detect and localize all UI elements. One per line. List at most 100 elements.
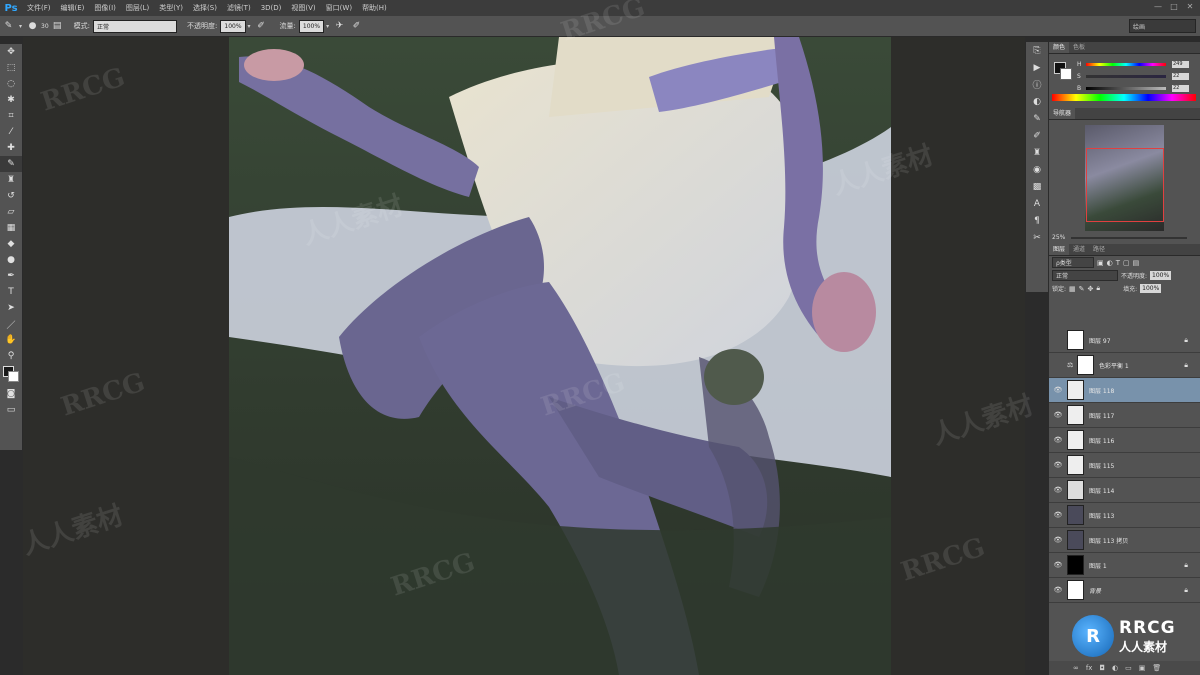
- opacity-input[interactable]: 100%: [220, 19, 246, 33]
- delete-layer-icon[interactable]: 🗑︎: [1152, 664, 1161, 672]
- filter-smart-icon[interactable]: ▤: [1133, 259, 1140, 267]
- tab-paths[interactable]: 路径: [1089, 244, 1109, 255]
- color-background-swatch[interactable]: [1060, 68, 1072, 80]
- layer-opacity-input[interactable]: 100%: [1150, 271, 1172, 280]
- brush-tool-icon[interactable]: ✎: [0, 156, 22, 172]
- add-mask-icon[interactable]: ◘: [1099, 664, 1105, 672]
- lock-image-icon[interactable]: ✎: [1079, 285, 1085, 293]
- history-panel-icon[interactable]: ⎘: [1026, 42, 1048, 59]
- menu-type[interactable]: 类型(Y): [154, 3, 188, 13]
- menu-filter[interactable]: 滤镜(T): [222, 3, 256, 13]
- mode-select[interactable]: 正常: [93, 19, 178, 33]
- layer-style-icon[interactable]: fx: [1086, 664, 1093, 672]
- zoom-tool-icon[interactable]: ⚲: [0, 348, 22, 364]
- shape-tool-icon[interactable]: ／: [0, 316, 22, 332]
- brush-size-value[interactable]: 30: [41, 23, 49, 30]
- navigator-zoom-value[interactable]: 25%: [1052, 234, 1065, 241]
- info-panel-icon[interactable]: ⓘ: [1026, 76, 1048, 93]
- swatches-panel-icon[interactable]: ▩: [1026, 178, 1048, 195]
- layer-row[interactable]: ⚖ 色彩平衡 1 🔒︎: [1049, 353, 1200, 378]
- brightness-value[interactable]: 22: [1172, 84, 1189, 92]
- eraser-tool-icon[interactable]: ▱: [0, 204, 22, 220]
- fill-input[interactable]: 100%: [1140, 284, 1162, 293]
- layer-row[interactable]: 👁︎ 图层 118: [1049, 378, 1200, 403]
- menu-view[interactable]: 视图(V): [286, 3, 320, 13]
- filter-adjust-icon[interactable]: ◐: [1107, 259, 1113, 267]
- hue-value[interactable]: 249: [1172, 60, 1189, 68]
- layer-row[interactable]: 👁︎ 图层 115: [1049, 453, 1200, 478]
- menu-image[interactable]: 图像(I): [89, 3, 121, 13]
- new-layer-icon[interactable]: ▣: [1139, 664, 1146, 672]
- navigator-zoom-slider[interactable]: [1071, 237, 1187, 239]
- quick-mask-icon[interactable]: ◙: [0, 386, 22, 402]
- menu-3d[interactable]: 3D(D): [256, 4, 287, 12]
- clone-source-icon[interactable]: ♜: [1026, 144, 1048, 161]
- brush-panel-icon[interactable]: ▤: [51, 20, 64, 33]
- quick-select-tool-icon[interactable]: ✱: [0, 92, 22, 108]
- menu-file[interactable]: 文件(F): [22, 3, 56, 13]
- eye-icon[interactable]: 👁︎: [1049, 486, 1067, 494]
- layer-filter-select[interactable]: ρ类型: [1052, 257, 1094, 268]
- eye-icon[interactable]: 👁︎: [1049, 511, 1067, 519]
- airbrush-icon[interactable]: ✈: [333, 20, 346, 33]
- document-canvas[interactable]: [229, 37, 891, 675]
- lock-transparent-icon[interactable]: ▦: [1069, 285, 1076, 293]
- blur-tool-icon[interactable]: ◆: [0, 236, 22, 252]
- new-group-icon[interactable]: ▭: [1125, 664, 1132, 672]
- opacity-caret-icon[interactable]: ▾: [248, 23, 251, 30]
- marquee-tool-icon[interactable]: ⬚: [0, 60, 22, 76]
- pressure-opacity-icon[interactable]: ✐: [255, 20, 268, 33]
- brush-panel-icon[interactable]: ✎: [1026, 110, 1048, 127]
- menu-window[interactable]: 窗口(W): [321, 3, 357, 13]
- lock-all-icon[interactable]: 🔒︎: [1096, 284, 1100, 293]
- healing-brush-tool-icon[interactable]: ✚: [0, 140, 22, 156]
- tab-color[interactable]: 颜色: [1049, 42, 1070, 53]
- hue-slider[interactable]: [1086, 62, 1166, 66]
- eye-icon[interactable]: 👁︎: [1049, 436, 1067, 444]
- pen-tool-icon[interactable]: ✒: [0, 268, 22, 284]
- move-tool-icon[interactable]: ✥: [0, 44, 22, 60]
- menu-select[interactable]: 选择(S): [188, 3, 222, 13]
- brush-presets-icon[interactable]: ✐: [1026, 127, 1048, 144]
- flow-input[interactable]: 100%: [298, 19, 325, 33]
- color-spectrum-bar[interactable]: [1052, 94, 1196, 101]
- brush-preset-icon[interactable]: ●: [26, 20, 39, 33]
- layer-row[interactable]: 👁︎ 背景 🔒︎: [1049, 578, 1200, 603]
- saturation-value[interactable]: 22: [1172, 72, 1189, 80]
- flow-caret-icon[interactable]: ▾: [326, 23, 329, 30]
- filter-shape-icon[interactable]: ▢: [1123, 259, 1130, 267]
- tab-swatches[interactable]: 色板: [1069, 42, 1089, 53]
- paragraph-panel-icon[interactable]: ¶: [1026, 212, 1048, 229]
- blend-mode-select[interactable]: 正常: [1052, 270, 1118, 281]
- screen-mode-icon[interactable]: ▭: [0, 402, 22, 418]
- menu-help[interactable]: 帮助(H): [357, 3, 392, 13]
- brightness-slider[interactable]: [1086, 86, 1166, 90]
- history-brush-tool-icon[interactable]: ↺: [0, 188, 22, 204]
- path-select-tool-icon[interactable]: ➤: [0, 300, 22, 316]
- styles-panel-icon[interactable]: ◉: [1026, 161, 1048, 178]
- eye-icon[interactable]: 👁︎: [1049, 411, 1067, 419]
- crop-tool-icon[interactable]: ⌗: [0, 108, 22, 124]
- new-adjustment-icon[interactable]: ◐: [1112, 664, 1118, 672]
- type-tool-icon[interactable]: T: [0, 284, 22, 300]
- lock-position-icon[interactable]: ✥: [1088, 285, 1094, 293]
- eyedropper-tool-icon[interactable]: ⁄: [0, 124, 22, 140]
- character-panel-icon[interactable]: A: [1026, 195, 1048, 212]
- maximize-button[interactable]: □: [1168, 2, 1180, 13]
- layer-row[interactable]: 👁︎ 图层 116: [1049, 428, 1200, 453]
- menu-edit[interactable]: 编辑(E): [56, 3, 90, 13]
- saturation-slider[interactable]: [1086, 74, 1166, 78]
- layer-row[interactable]: 👁︎ 图层 114: [1049, 478, 1200, 503]
- layer-row[interactable]: 👁︎ 图层 113: [1049, 503, 1200, 528]
- hand-tool-icon[interactable]: ✋: [0, 332, 22, 348]
- eye-icon[interactable]: 👁︎: [1049, 561, 1067, 569]
- tab-channels[interactable]: 通道: [1069, 244, 1089, 255]
- background-color-swatch[interactable]: [8, 371, 19, 382]
- clone-stamp-tool-icon[interactable]: ♜: [0, 172, 22, 188]
- eye-icon[interactable]: 👁︎: [1049, 461, 1067, 469]
- navigator-view-box[interactable]: [1086, 148, 1164, 222]
- eye-icon[interactable]: 👁︎: [1049, 586, 1067, 594]
- layer-row[interactable]: 👁︎ 图层 113 拷贝: [1049, 528, 1200, 553]
- layer-row[interactable]: 👁︎ 图层 117: [1049, 403, 1200, 428]
- minimize-button[interactable]: —: [1152, 2, 1164, 13]
